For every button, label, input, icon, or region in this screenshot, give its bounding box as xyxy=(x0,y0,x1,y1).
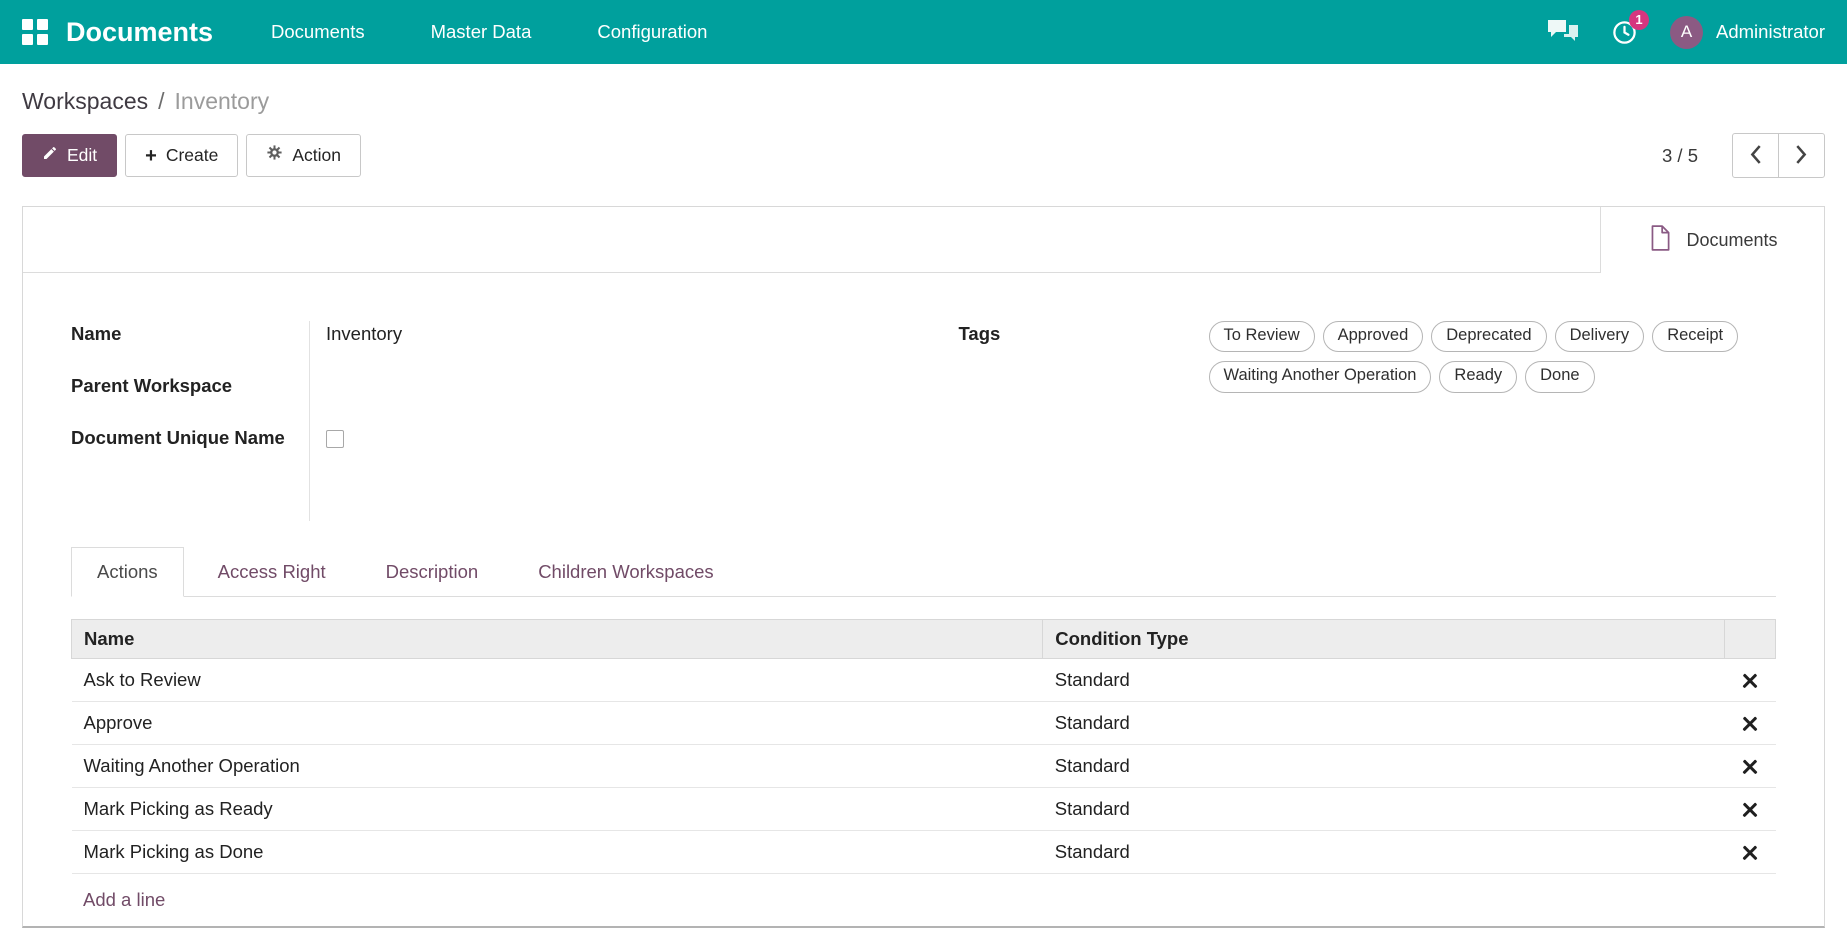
field-group-left: Name Inventory Parent Workspace Document… xyxy=(71,321,889,521)
delete-row-icon[interactable] xyxy=(1742,759,1758,775)
cell-name: Mark Picking as Done xyxy=(72,831,1043,874)
document-icon xyxy=(1647,224,1673,257)
column-header-name: Name xyxy=(72,620,1043,659)
add-a-line-link[interactable]: Add a line xyxy=(71,874,177,926)
cell-name: Ask to Review xyxy=(72,659,1043,702)
create-button[interactable]: + Create xyxy=(125,134,238,177)
cell-condition-type: Standard xyxy=(1043,831,1725,874)
field-value-document-unique-name xyxy=(309,425,889,521)
pager-counter: 3 / 5 xyxy=(1662,145,1698,167)
tag-pill: Approved xyxy=(1323,321,1424,352)
field-label-tags: Tags xyxy=(959,321,1209,393)
field-group: Name Inventory Parent Workspace Document… xyxy=(71,321,1776,521)
tag-pill: Receipt xyxy=(1652,321,1738,352)
cell-condition-type: Standard xyxy=(1043,659,1725,702)
edit-button[interactable]: Edit xyxy=(22,134,117,177)
table-row[interactable]: Approve Standard xyxy=(72,702,1776,745)
tag-pill: Deprecated xyxy=(1431,321,1546,352)
field-group-right: Tags To Review Approved Deprecated Deliv… xyxy=(959,321,1777,393)
chevron-right-icon xyxy=(1795,144,1808,168)
form-sheet: Documents Name Inventory Parent Workspac… xyxy=(22,206,1825,928)
table-row[interactable]: Ask to Review Standard xyxy=(72,659,1776,702)
delete-row-icon[interactable] xyxy=(1742,802,1758,818)
pencil-icon xyxy=(42,144,58,167)
document-unique-name-checkbox[interactable] xyxy=(326,430,344,448)
tab-actions[interactable]: Actions xyxy=(71,547,184,597)
cell-condition-type: Standard xyxy=(1043,788,1725,831)
app-brand[interactable]: Documents xyxy=(66,17,213,48)
breadcrumb-separator: / xyxy=(158,88,164,115)
breadcrumb-workspaces-link[interactable]: Workspaces xyxy=(22,88,148,115)
menu-documents[interactable]: Documents xyxy=(271,1,365,63)
cell-condition-type: Standard xyxy=(1043,702,1725,745)
cell-name: Mark Picking as Ready xyxy=(72,788,1043,831)
column-header-condition-type: Condition Type xyxy=(1043,620,1725,659)
navbar-systray: 1 A Administrator xyxy=(1547,16,1825,49)
tag-pill: Delivery xyxy=(1555,321,1645,352)
field-value-parent-workspace xyxy=(309,373,889,425)
notebook-tabs: Actions Access Right Description Childre… xyxy=(71,547,1776,597)
table-row[interactable]: Waiting Another Operation Standard xyxy=(72,745,1776,788)
gear-icon xyxy=(266,144,283,167)
cell-name: Approve xyxy=(72,702,1043,745)
table-row[interactable]: Mark Picking as Done Standard xyxy=(72,831,1776,874)
tab-description[interactable]: Description xyxy=(360,547,505,597)
breadcrumb-current: Inventory xyxy=(175,88,270,115)
delete-row-icon[interactable] xyxy=(1742,845,1758,861)
tag-pill: To Review xyxy=(1209,321,1315,352)
field-value-tags: To Review Approved Deprecated Delivery R… xyxy=(1209,321,1777,393)
cell-name: Waiting Another Operation xyxy=(72,745,1043,788)
column-header-delete xyxy=(1724,620,1775,659)
pager: 3 / 5 xyxy=(1662,133,1825,178)
avatar: A xyxy=(1670,16,1703,49)
tab-children-workspaces[interactable]: Children Workspaces xyxy=(512,547,739,597)
pager-prev-button[interactable] xyxy=(1732,133,1779,178)
table-row[interactable]: Mark Picking as Ready Standard xyxy=(72,788,1776,831)
field-label-name: Name xyxy=(71,321,309,373)
chevron-left-icon xyxy=(1749,144,1762,168)
field-value-name: Inventory xyxy=(309,321,889,373)
action-button[interactable]: Action xyxy=(246,134,361,177)
delete-row-icon[interactable] xyxy=(1742,716,1758,732)
messages-icon[interactable] xyxy=(1547,19,1579,45)
user-name: Administrator xyxy=(1716,21,1825,43)
tag-pill: Done xyxy=(1525,361,1594,392)
cell-condition-type: Standard xyxy=(1043,745,1725,788)
tag-pill: Waiting Another Operation xyxy=(1209,361,1432,392)
documents-stat-button[interactable]: Documents xyxy=(1600,207,1824,273)
delete-row-icon[interactable] xyxy=(1742,673,1758,689)
field-label-parent-workspace: Parent Workspace xyxy=(71,373,309,425)
menu-master-data[interactable]: Master Data xyxy=(431,1,532,63)
user-menu[interactable]: A Administrator xyxy=(1670,16,1825,49)
button-box: Documents xyxy=(23,207,1824,273)
activity-icon[interactable]: 1 xyxy=(1611,19,1638,46)
breadcrumb: Workspaces / Inventory xyxy=(0,64,1847,115)
navbar-menu: Documents Master Data Configuration xyxy=(271,1,707,63)
plus-icon: + xyxy=(145,146,157,166)
top-navbar: Documents Documents Master Data Configur… xyxy=(0,0,1847,64)
apps-menu-icon[interactable] xyxy=(22,19,48,45)
actions-table: Name Condition Type Ask to Review Standa… xyxy=(71,619,1776,874)
field-label-document-unique-name: Document Unique Name xyxy=(71,425,309,521)
menu-configuration[interactable]: Configuration xyxy=(597,1,707,63)
tab-access-right[interactable]: Access Right xyxy=(192,547,352,597)
activity-badge: 1 xyxy=(1629,10,1649,30)
tag-pill: Ready xyxy=(1439,361,1517,392)
control-panel: Edit + Create Action 3 / 5 xyxy=(0,115,1847,178)
pager-next-button[interactable] xyxy=(1778,133,1825,178)
